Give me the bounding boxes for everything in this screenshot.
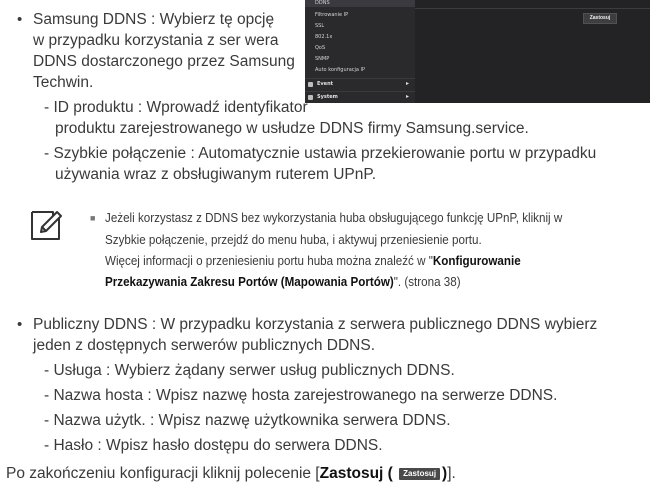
menu-group-event-label: Event — [317, 81, 334, 87]
note-line2: Szybkie połączenie, przejdź do menu huba… — [105, 233, 482, 247]
menu-group-event[interactable]: Event ▸ — [305, 78, 415, 90]
menu-item-snmp[interactable]: SNMP — [315, 56, 329, 62]
final-bold: Zastosuj ( — [319, 465, 393, 482]
note-link-part2: Przekazywania Zakresu Portów (Mapowania … — [105, 275, 394, 289]
menu-group-system-label: System — [317, 94, 338, 100]
menu-item-8021x[interactable]: 802.1x — [315, 34, 332, 40]
samsung-ddns-line1: Samsung DDNS : Wybierz tę opcję — [33, 11, 275, 28]
note-line3: Więcej informacji o przeniesieniu portu … — [105, 251, 521, 271]
menu-group-system[interactable]: System ▸ — [305, 91, 415, 103]
menu-item-qos[interactable]: QoS — [315, 45, 325, 51]
note-line4-end: ". (strona 38) — [393, 275, 461, 289]
samsung-ddns-line3: DDNS dostarczonego przez Samsung — [33, 53, 295, 70]
system-icon — [308, 95, 313, 100]
chevron-right-icon: ▸ — [405, 81, 409, 87]
menu-item-ip-filtering[interactable]: Filtrowanie IP — [315, 12, 348, 18]
apply-button[interactable]: Zastosuj — [583, 13, 617, 24]
note-pencil-icon — [31, 211, 62, 240]
public-ddns-line1: Publiczny DDNS : W przypadku korzystania… — [33, 316, 598, 333]
event-icon — [308, 82, 313, 87]
quick-connect-line1: - Szybkie połączenie : Automatycznie ust… — [44, 145, 597, 162]
public-ddns-line2: jeden z dostępnych serwerów publicznych … — [33, 337, 376, 354]
product-id-line2: produktu zarejestrowanego w usłudze DDNS… — [55, 120, 529, 137]
menu-item-auto-ip[interactable]: Auto konfiguracja IP — [315, 67, 365, 73]
camera-settings-screenshot: DDNS Filtrowanie IP SSL 802.1x QoS SNMP … — [305, 0, 650, 103]
product-id-line1: - ID produktu : Wprowadź identyfikator — [44, 99, 308, 116]
chevron-right-icon: ▸ — [405, 94, 409, 100]
note-marker: ■ — [90, 213, 96, 223]
inline-apply-button: Zastosuj — [399, 468, 441, 480]
note-line3-text: Więcej informacji o przeniesieniu portu … — [105, 254, 433, 268]
final-suffix: ]. — [447, 465, 456, 482]
service-item: - Usługa : Wybierz żądany serwer usług p… — [44, 362, 455, 379]
bullet: • — [17, 11, 23, 28]
final-prefix: Po zakończeniu konfiguracji kliknij pole… — [6, 465, 320, 482]
note-line4: Przekazywania Zakresu Portów (Mapowania … — [105, 272, 461, 292]
hostname-item: - Nazwa hosta : Wpisz nazwę hosta zareje… — [44, 387, 558, 404]
note-line1: Jeżeli korzystasz z DDNS bez wykorzystan… — [105, 211, 563, 225]
settings-menu: DDNS Filtrowanie IP SSL 802.1x QoS SNMP … — [305, 0, 415, 103]
samsung-ddns-line2: w przypadku korzystania z ser wera — [33, 32, 279, 49]
note-link-part1: Konfigurowanie — [432, 254, 521, 268]
samsung-ddns-line4: Techwin. — [33, 74, 94, 91]
password-item: - Hasło : Wpisz hasło dostępu do serwera… — [44, 437, 383, 454]
bullet: • — [17, 316, 23, 333]
settings-content: Zastosuj — [415, 0, 650, 103]
username-item: - Nazwa użytk. : Wpisz nazwę użytkownika… — [44, 412, 451, 429]
quick-connect-line2: używania wraz z obsługiwanym ruterem UPn… — [55, 166, 377, 183]
final-instruction: Po zakończeniu konfiguracji kliknij pole… — [6, 463, 456, 484]
menu-item-ssl[interactable]: SSL — [315, 23, 324, 29]
divider — [415, 8, 650, 9]
menu-item-ddns[interactable]: DDNS — [315, 0, 330, 6]
